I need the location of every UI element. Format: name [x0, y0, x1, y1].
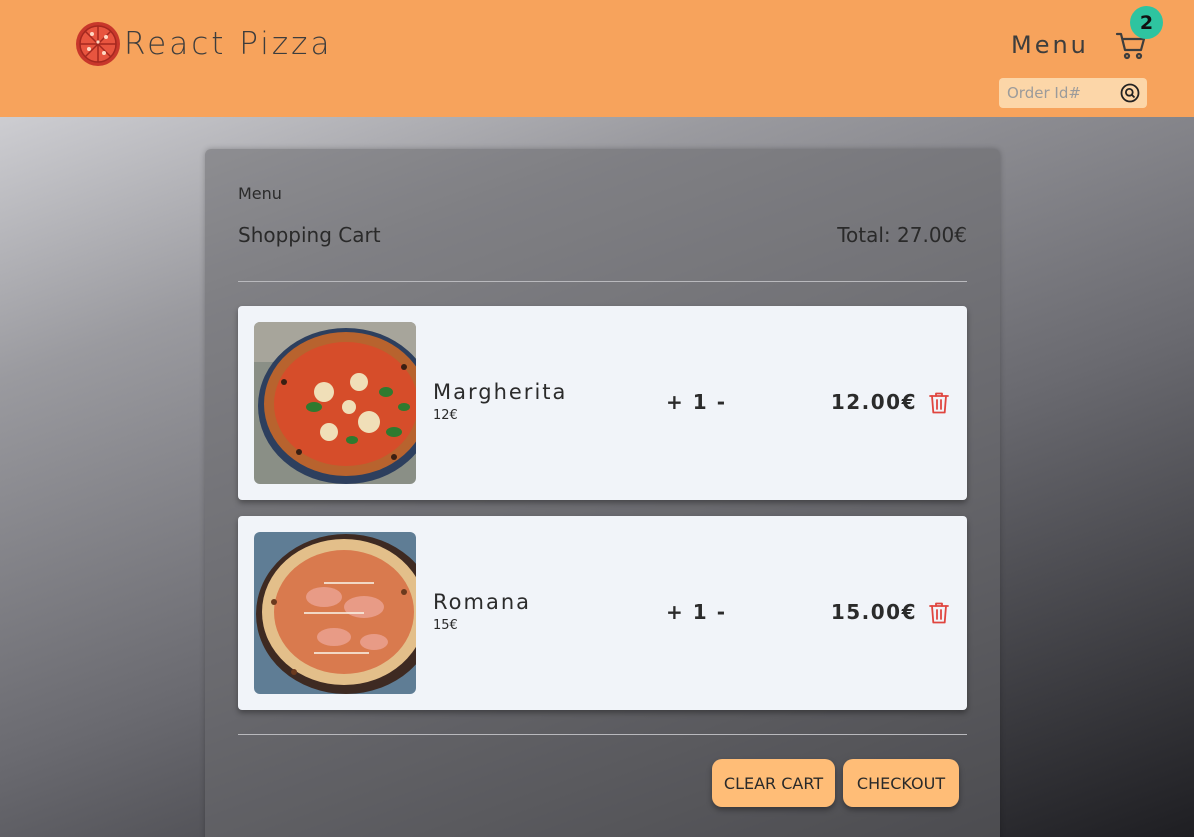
- checkout-button[interactable]: CHECKOUT: [843, 759, 959, 807]
- pizza-logo-icon: [76, 22, 120, 66]
- quantity-value: 1: [692, 600, 707, 624]
- divider: [238, 734, 967, 735]
- cart-item: Margherita 12€ + 1 - 12.00€: [238, 306, 967, 500]
- order-id-input[interactable]: [999, 78, 1111, 108]
- decrease-quantity-button[interactable]: -: [717, 390, 725, 414]
- item-line-total: 12.00€: [830, 390, 917, 414]
- order-search: [999, 78, 1147, 108]
- breadcrumb-menu[interactable]: Menu: [238, 184, 282, 203]
- item-line-total: 15.00€: [830, 600, 917, 624]
- clear-cart-button[interactable]: CLEAR CART: [712, 759, 835, 807]
- nav-menu-link[interactable]: Menu: [1011, 31, 1089, 59]
- pizza-image: [254, 532, 416, 694]
- quantity-stepper: + 1 -: [666, 600, 725, 624]
- quantity-value: 1: [692, 390, 707, 414]
- increase-quantity-button[interactable]: +: [666, 600, 683, 624]
- cart-panel: Menu Shopping Cart Total: 27.00€ Margher…: [205, 149, 1000, 837]
- cart-item: Romana 15€ + 1 - 15.00€: [238, 516, 967, 710]
- decrease-quantity-button[interactable]: -: [717, 600, 725, 624]
- divider: [238, 281, 967, 282]
- quantity-stepper: + 1 -: [666, 390, 725, 414]
- cart-total: Total: 27.00€: [837, 223, 967, 247]
- trash-icon[interactable]: [928, 601, 950, 625]
- brand[interactable]: React Pizza: [74, 20, 332, 68]
- item-name: Margherita: [433, 380, 568, 404]
- brand-title: React Pizza: [124, 26, 333, 62]
- item-unit-price: 15€: [433, 618, 458, 633]
- item-name: Romana: [433, 590, 531, 614]
- item-unit-price: 12€: [433, 408, 458, 423]
- top-header: React Pizza Menu 2: [0, 0, 1194, 117]
- pizza-image: [254, 322, 416, 484]
- page-title: Shopping Cart: [238, 223, 381, 247]
- search-icon[interactable]: [1120, 83, 1140, 103]
- trash-icon[interactable]: [928, 391, 950, 415]
- cart-count-badge[interactable]: 2: [1130, 6, 1163, 39]
- increase-quantity-button[interactable]: +: [666, 390, 683, 414]
